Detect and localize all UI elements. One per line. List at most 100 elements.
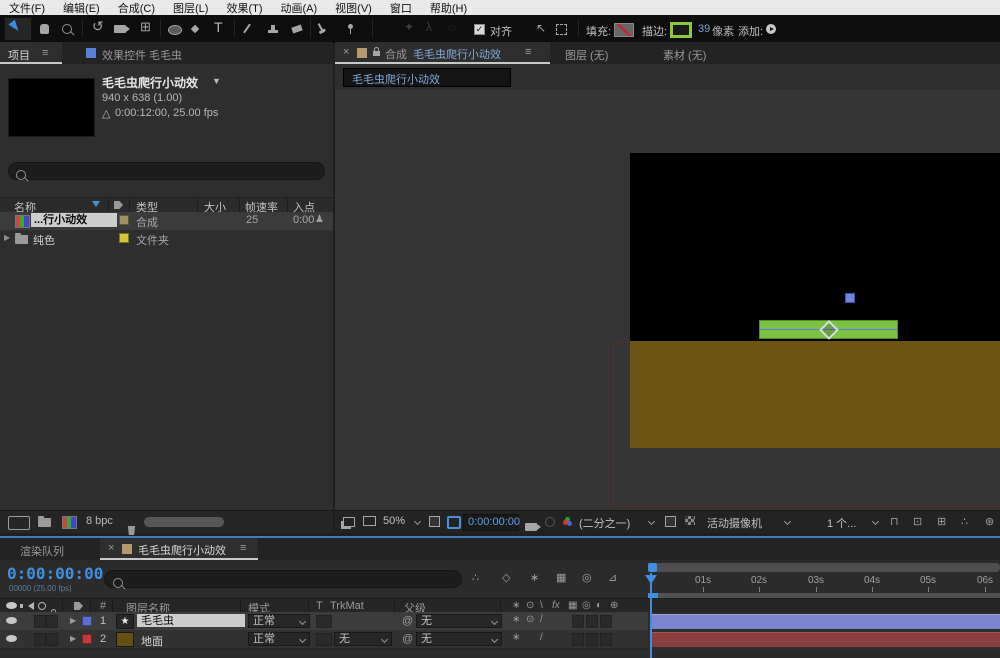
expand-triangle-icon[interactable]: ▶ bbox=[70, 634, 76, 643]
type-tool-button[interactable]: T bbox=[214, 19, 223, 35]
stroke-width-value[interactable]: 39 bbox=[698, 23, 710, 35]
graph-editor-icon[interactable]: ⊿ bbox=[608, 571, 617, 584]
tab-layer[interactable]: 图层 (无) bbox=[565, 47, 608, 63]
close-icon[interactable]: × bbox=[108, 542, 114, 554]
time-ruler[interactable]: 01s 02s 03s 04s 05s 06s bbox=[648, 573, 1000, 594]
blend-mode-select[interactable]: 正常 bbox=[248, 632, 310, 646]
frame-blend-switch-icon[interactable]: ▦ bbox=[568, 600, 577, 611]
frame-blending-icon[interactable]: ▦ bbox=[556, 571, 566, 584]
comp-mini-tab[interactable]: 毛毛虫爬行小动效 bbox=[343, 68, 511, 87]
close-icon[interactable]: × bbox=[343, 46, 349, 58]
comp-mini-flowchart-icon[interactable]: ∴ bbox=[472, 571, 479, 584]
label-column-icon[interactable] bbox=[74, 602, 83, 610]
draft-3d-icon[interactable]: ◇ bbox=[502, 571, 510, 584]
comp-timecode-box[interactable]: 0:00:00:00 bbox=[463, 514, 519, 531]
show-snapshot-icon[interactable] bbox=[545, 517, 555, 527]
pen-tool-button[interactable] bbox=[192, 20, 198, 32]
collapse-switch-icon[interactable]: ⊙ bbox=[526, 600, 534, 611]
project-search-input[interactable] bbox=[8, 162, 325, 180]
layer-1-duration-bar[interactable] bbox=[650, 614, 1000, 629]
selection-options-icon[interactable] bbox=[556, 20, 567, 35]
shy-switch-icon[interactable]: ∗ bbox=[512, 614, 520, 625]
comp-name[interactable]: 毛毛虫爬行小动效 bbox=[102, 74, 198, 91]
camera-tool-button[interactable] bbox=[114, 20, 126, 33]
project-scrollbar[interactable] bbox=[144, 517, 224, 527]
selection-handle[interactable] bbox=[845, 293, 855, 303]
stroke-color-swatch[interactable] bbox=[670, 20, 692, 38]
primary-viewer-icon[interactable] bbox=[363, 516, 376, 526]
menu-animation[interactable]: 动画(A) bbox=[272, 0, 327, 16]
reset-exposure-icon[interactable]: ⊛ bbox=[985, 515, 994, 528]
quality-switch-icon[interactable]: / bbox=[540, 614, 543, 625]
view-layout-select[interactable]: 1 个... bbox=[827, 515, 856, 531]
shy-switch-icon[interactable]: ∗ bbox=[512, 632, 520, 643]
expand-triangle-icon[interactable]: ▶ bbox=[70, 616, 76, 625]
lock-icon[interactable] bbox=[373, 51, 380, 56]
blend-mode-select[interactable]: 正常 bbox=[248, 614, 310, 628]
comp-thumbnail[interactable] bbox=[8, 78, 95, 137]
add-property-button[interactable] bbox=[766, 20, 776, 34]
playhead-line[interactable] bbox=[650, 573, 652, 658]
resolution-select[interactable]: (二分之一) bbox=[579, 515, 630, 531]
playhead-head[interactable] bbox=[645, 575, 657, 584]
layer-label-swatch[interactable] bbox=[82, 616, 92, 626]
channel-icon[interactable] bbox=[563, 520, 568, 525]
per-character-icon[interactable]: ↖ bbox=[536, 20, 546, 36]
menu-edit[interactable]: 编辑(E) bbox=[54, 0, 109, 16]
tab-footage[interactable]: 素材 (无) bbox=[663, 47, 706, 63]
layer-2-duration-bar[interactable] bbox=[650, 632, 1000, 647]
snap-checkbox[interactable]: ✓ bbox=[474, 20, 485, 35]
region-of-interest-icon[interactable] bbox=[665, 516, 676, 527]
expand-triangle-icon[interactable]: ▶ bbox=[4, 233, 10, 242]
tab-composition[interactable]: × 合成 毛毛虫爬行小动效 ≡ bbox=[335, 42, 550, 64]
menu-view[interactable]: 视图(V) bbox=[326, 0, 381, 16]
pickwhip-icon[interactable]: @ bbox=[402, 633, 413, 645]
eraser-tool-button[interactable] bbox=[292, 20, 302, 32]
shy-switch-icon[interactable]: ∗ bbox=[512, 600, 520, 611]
pixel-aspect-icon[interactable]: ⊓ bbox=[890, 515, 899, 528]
always-preview-icon[interactable] bbox=[343, 517, 355, 527]
label-color-swatch[interactable] bbox=[119, 215, 129, 225]
label-column-icon[interactable] bbox=[114, 201, 123, 209]
timeline-timecode[interactable]: 0:00:00:00 bbox=[7, 564, 103, 583]
parent-select[interactable]: 无 bbox=[416, 614, 502, 628]
tab-effect-controls[interactable]: 效果控件 毛毛虫 bbox=[102, 47, 182, 63]
menu-help[interactable]: 帮助(H) bbox=[421, 0, 476, 16]
menu-file[interactable]: 文件(F) bbox=[0, 0, 54, 16]
clone-stamp-tool-button[interactable] bbox=[268, 20, 278, 33]
solo-column-icon[interactable] bbox=[38, 602, 46, 610]
hand-tool-button[interactable] bbox=[40, 20, 49, 34]
threed-switch-icon[interactable]: ⊕ bbox=[610, 600, 618, 611]
column-trkmat[interactable]: TrkMat bbox=[330, 600, 364, 612]
folder-row-name[interactable]: 纯色 bbox=[33, 232, 55, 248]
quality-switch-icon[interactable]: / bbox=[540, 632, 543, 643]
interpret-footage-icon[interactable] bbox=[8, 516, 30, 530]
timeline-button-icon[interactable]: ⊞ bbox=[937, 515, 946, 528]
comp-row-name[interactable]: ...行小动效 bbox=[31, 213, 117, 227]
pickwhip-icon[interactable]: @ bbox=[402, 615, 413, 627]
time-navigator[interactable] bbox=[648, 563, 1000, 572]
comp-name-dropdown-icon[interactable]: ▼ bbox=[212, 76, 221, 86]
layer-label-swatch[interactable] bbox=[82, 634, 92, 644]
collapse-switch-icon[interactable]: ⊙ bbox=[526, 614, 534, 625]
motion-blur-icon[interactable]: ◎ bbox=[582, 571, 592, 584]
effects-switch-icon[interactable]: fx bbox=[552, 600, 560, 611]
new-folder-icon[interactable] bbox=[38, 518, 51, 527]
trash-icon[interactable] bbox=[127, 526, 136, 535]
tab-render-queue[interactable]: 渲染队列 bbox=[20, 543, 64, 559]
new-composition-icon[interactable] bbox=[62, 516, 77, 529]
mask-visibility-icon[interactable] bbox=[447, 516, 461, 529]
timeline-search-input[interactable] bbox=[104, 570, 462, 588]
layer-row-1[interactable]: ▶ 1 ★ 毛毛虫 正常 @ 无 ∗ ⊙ / bbox=[0, 612, 648, 631]
visibility-eye-icon[interactable] bbox=[6, 635, 17, 642]
fill-color-swatch[interactable] bbox=[614, 20, 634, 37]
tab-project[interactable]: 项目 ≡ bbox=[0, 42, 62, 64]
shy-layers-icon[interactable]: ∗ bbox=[530, 571, 539, 584]
color-depth-button[interactable]: 8 bpc bbox=[86, 515, 113, 527]
column-number[interactable]: # bbox=[100, 600, 106, 612]
snapshot-icon[interactable] bbox=[525, 523, 537, 531]
column-t[interactable]: T bbox=[316, 600, 323, 612]
pan-behind-tool-button[interactable]: ⊞ bbox=[140, 19, 151, 35]
adjustment-switch-icon[interactable]: ◐ bbox=[596, 600, 602, 611]
ground-layer[interactable] bbox=[630, 341, 1000, 448]
